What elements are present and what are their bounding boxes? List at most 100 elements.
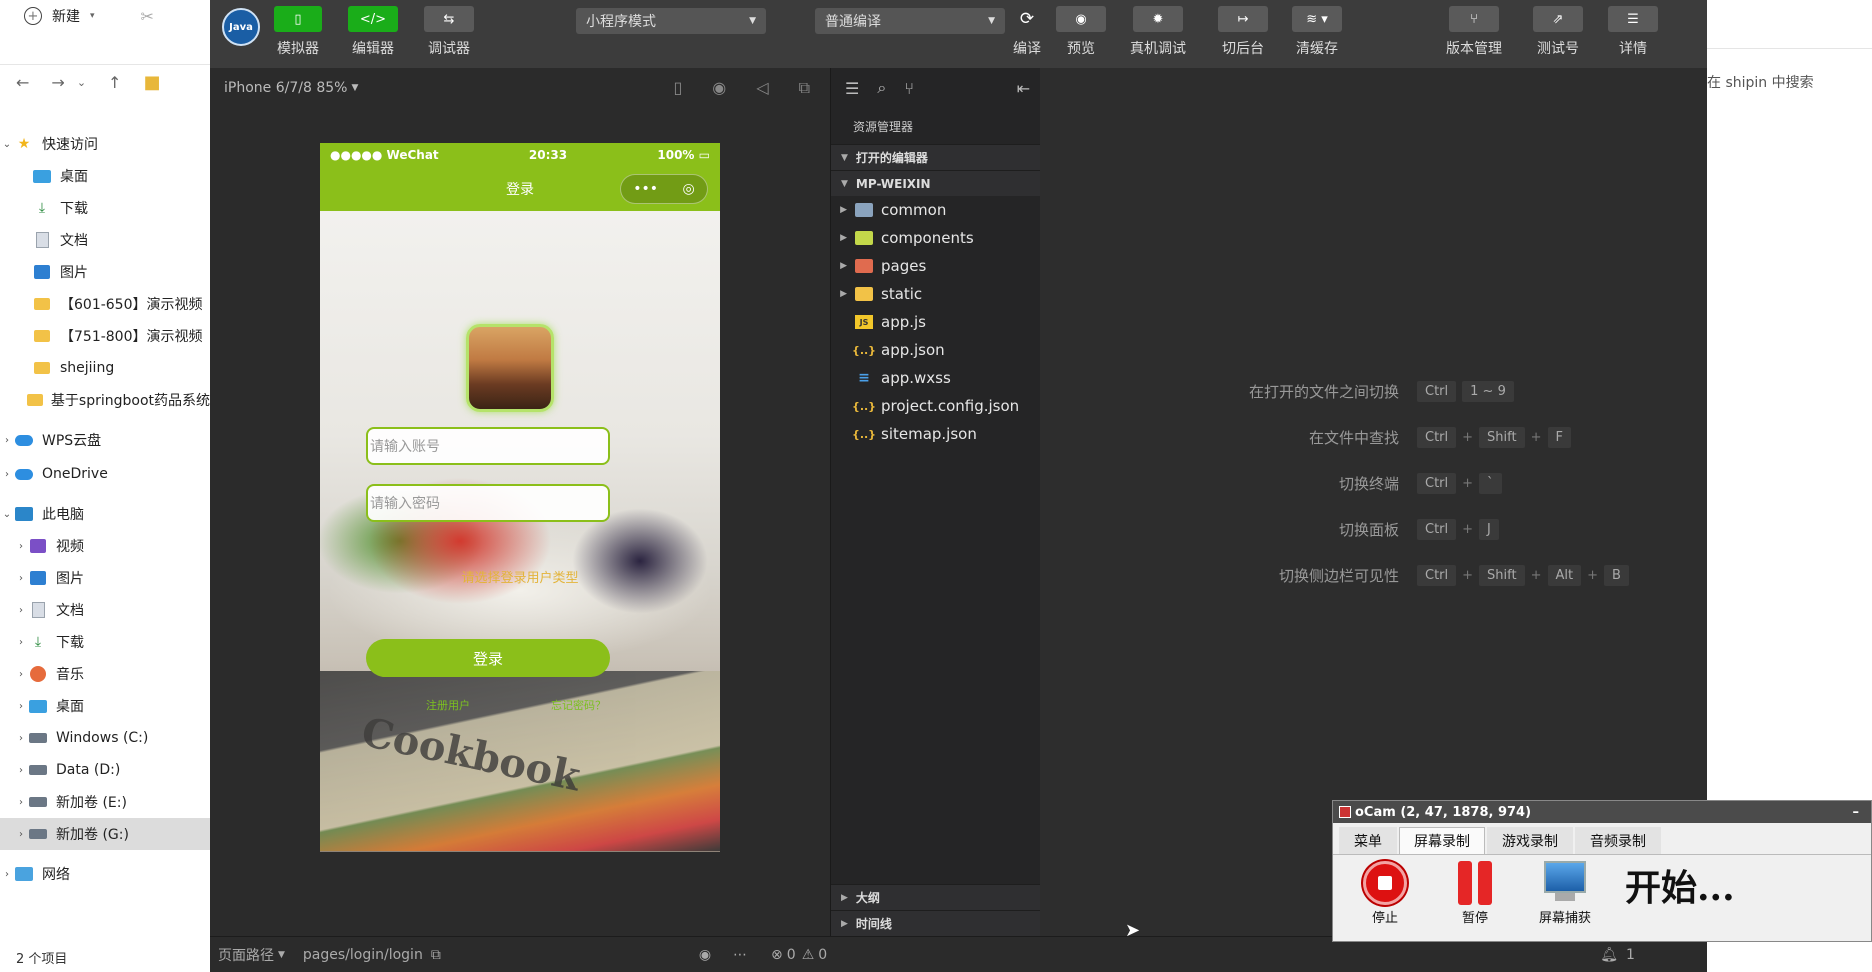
caret-down-icon[interactable]: ▼: [278, 950, 285, 960]
tree-item[interactable]: › 音乐: [0, 658, 210, 690]
tree-item[interactable]: › 视频: [0, 530, 210, 562]
tree-item-selected[interactable]: › 新加卷 (G:): [0, 818, 210, 850]
tab-audio-record[interactable]: 音频录制: [1575, 827, 1661, 854]
folder-row[interactable]: ▶ static: [831, 280, 1040, 308]
tree-item[interactable]: 文档: [0, 224, 210, 256]
mode-select[interactable]: 小程序模式 ▼: [576, 8, 766, 34]
editor-button[interactable]: </> 编辑器: [348, 6, 398, 58]
tree-this-pc[interactable]: ⌄ 此电脑: [0, 498, 210, 530]
tree-item[interactable]: › 图片: [0, 562, 210, 594]
chevron-down-icon[interactable]: ▾: [90, 11, 95, 21]
file-row[interactable]: {..} app.json: [831, 336, 1040, 364]
tree-item[interactable]: 基于springboot药品系统: [0, 384, 210, 416]
caret-down-icon[interactable]: ▼: [351, 83, 358, 93]
tree-item[interactable]: › Windows (C:): [0, 722, 210, 754]
timeline-section[interactable]: ▶ 时间线: [831, 910, 1041, 936]
compile-mode-select[interactable]: 普通编译 ▼: [815, 8, 1005, 34]
account-input[interactable]: 请输入账号: [366, 427, 610, 465]
minimize-icon[interactable]: –: [1853, 805, 1860, 820]
up-icon[interactable]: ↑: [108, 73, 121, 92]
back-icon[interactable]: ←: [16, 73, 29, 92]
login-button[interactable]: 登录: [366, 639, 610, 677]
tree-item[interactable]: 桌面: [0, 160, 210, 192]
close-mini-icon[interactable]: ◎: [683, 181, 695, 197]
expand-arrow-icon[interactable]: ›: [0, 435, 14, 446]
page-path-label[interactable]: 页面路径: [218, 945, 274, 965]
tree-onedrive[interactable]: › OneDrive: [0, 458, 210, 490]
file-row[interactable]: JS app.js: [831, 308, 1040, 336]
tree-item[interactable]: › ⤓ 下载: [0, 626, 210, 658]
clear-cache-button[interactable]: ≋ ▾ 清缓存: [1292, 6, 1342, 58]
version-button[interactable]: ⑂ 版本管理: [1446, 6, 1502, 58]
volume-icon[interactable]: ◁: [756, 78, 768, 98]
pause-button[interactable]: 暂停: [1441, 861, 1509, 926]
preview-button[interactable]: ◉ 预览: [1056, 6, 1106, 58]
tree-network[interactable]: › 网络: [0, 858, 210, 890]
open-editors-section[interactable]: ▼ 打开的编辑器: [831, 144, 1040, 170]
details-button[interactable]: ☰ 详情: [1608, 6, 1658, 58]
tree-item[interactable]: › 文档: [0, 594, 210, 626]
stop-button[interactable]: 停止: [1351, 861, 1419, 926]
password-input[interactable]: 请输入密码: [366, 484, 610, 522]
expand-arrow-icon[interactable]: ⌄: [0, 139, 14, 150]
tree-wps[interactable]: › WPS云盘: [0, 424, 210, 456]
search-icon[interactable]: ⌕: [877, 78, 886, 98]
new-button[interactable]: 新建: [52, 6, 80, 26]
tree-item[interactable]: › Data (D:): [0, 754, 210, 786]
more-icon[interactable]: •••: [633, 181, 658, 197]
more-icon[interactable]: ⋯: [733, 947, 747, 963]
cut-icon[interactable]: ✂: [141, 7, 154, 26]
tab-menu[interactable]: 菜单: [1339, 827, 1397, 854]
new-icon[interactable]: +: [24, 7, 42, 25]
forward-icon[interactable]: →: [51, 73, 64, 92]
device-debug-button[interactable]: ✹ 真机调试: [1130, 6, 1186, 58]
file-row[interactable]: {..} sitemap.json: [831, 420, 1040, 448]
tree-quick-access[interactable]: ⌄ ★ 快速访问: [0, 128, 210, 160]
error-icon[interactable]: ⊗: [771, 947, 783, 963]
copy-icon[interactable]: ⧉: [431, 947, 441, 963]
forgot-password-link[interactable]: 忘记密码？: [551, 697, 606, 713]
collapse-panel-icon[interactable]: ⇤: [1017, 79, 1030, 98]
register-link[interactable]: 注册用户: [426, 697, 470, 713]
expand-arrow-icon[interactable]: ›: [0, 869, 14, 880]
tree-item[interactable]: shejiing: [0, 352, 210, 384]
warning-icon[interactable]: ⚠: [802, 947, 815, 963]
background-button[interactable]: ↦ 切后台: [1218, 6, 1268, 58]
tree-item[interactable]: 图片: [0, 256, 210, 288]
compile-button[interactable]: ⟳ 编译: [1007, 6, 1047, 58]
outline-section[interactable]: ▶ 大纲: [831, 884, 1041, 910]
expand-arrow-icon[interactable]: ›: [0, 469, 14, 480]
phone-icon[interactable]: ▯: [673, 78, 682, 98]
recent-icon[interactable]: ⌄: [77, 76, 86, 89]
folder-row[interactable]: ▶ common: [831, 196, 1040, 224]
capsule-menu[interactable]: ••• ◎: [620, 174, 708, 204]
user-type-picker[interactable]: 请选择登录用户类型: [320, 567, 720, 586]
window-icon[interactable]: ⧉: [799, 78, 810, 98]
record-icon[interactable]: ◉: [712, 78, 726, 98]
file-row[interactable]: {..} project.config.json: [831, 392, 1040, 420]
tree-item[interactable]: › 桌面: [0, 690, 210, 722]
screen-capture-button[interactable]: 屏幕捕获: [1531, 861, 1599, 926]
bell-icon[interactable]: 🔔︎: [1600, 947, 1618, 963]
tree-item[interactable]: › 新加卷 (E:): [0, 786, 210, 818]
tree-item[interactable]: 【601-650】演示视频: [0, 288, 210, 320]
folder-row[interactable]: ▶ components: [831, 224, 1040, 252]
file-row[interactable]: ≡ app.wxss: [831, 364, 1040, 392]
list-icon[interactable]: ☰: [845, 79, 859, 98]
test-account-button[interactable]: ⇗ 测试号: [1533, 6, 1583, 58]
debugger-button[interactable]: ⇆ 调试器: [424, 6, 474, 58]
device-select[interactable]: iPhone 6/7/8 85%: [224, 80, 347, 96]
expand-arrow-icon[interactable]: ⌄: [0, 509, 14, 520]
tree-item[interactable]: ⤓ 下载: [0, 192, 210, 224]
simulator-button[interactable]: ▯ 模拟器: [274, 6, 322, 58]
tab-game-record[interactable]: 游戏录制: [1487, 827, 1573, 854]
tab-screen-record[interactable]: 屏幕录制: [1399, 827, 1485, 854]
folder-row[interactable]: ▶ pages: [831, 252, 1040, 280]
explorer-search-input[interactable]: 在 shipin 中搜索: [1707, 72, 1814, 92]
ocam-titlebar[interactable]: oCam (2, 47, 1878, 974) –: [1333, 801, 1871, 823]
project-section[interactable]: ▼ MP-WEIXIN: [831, 170, 1040, 196]
tree-item[interactable]: 【751-800】演示视频: [0, 320, 210, 352]
eye-icon[interactable]: ◉: [699, 947, 711, 963]
eye-icon: ◉: [1056, 6, 1106, 32]
source-control-icon[interactable]: ⑂: [904, 79, 914, 98]
